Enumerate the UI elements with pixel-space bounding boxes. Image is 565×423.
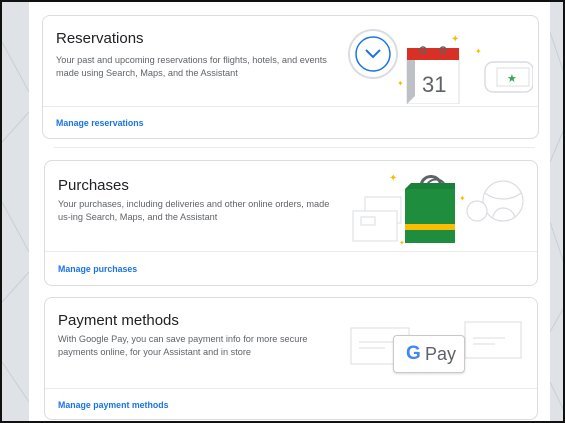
reservations-title: Reservations [56, 30, 144, 47]
purchases-divider [45, 251, 537, 252]
window-frame: Reservations Your past and upcoming rese… [0, 0, 565, 423]
box-icon [352, 196, 402, 242]
ball-icon [466, 180, 524, 222]
google-pay-badge: G Pay [393, 335, 465, 373]
purchases-description: Your purchases, including deliveries and… [58, 199, 330, 222]
calendar-day: 31 [422, 72, 446, 97]
ticket-icon: ★ [484, 61, 533, 93]
reservations-illustration: 31 ★ ✦ ✦ ✦ [348, 29, 533, 104]
svg-text:✦: ✦ [451, 34, 459, 45]
svg-text:✦: ✦ [399, 239, 405, 247]
svg-text:✦: ✦ [389, 173, 397, 184]
manage-purchases-link[interactable]: Manage purchases [58, 264, 137, 274]
google-g-icon: G [406, 343, 421, 364]
main-content: Reservations Your past and upcoming rese… [29, 2, 550, 421]
payment-methods-title: Payment methods [58, 312, 179, 329]
manage-payment-methods-link[interactable]: Manage payment methods [58, 400, 168, 410]
svg-text:✦: ✦ [459, 194, 466, 203]
payment-methods-divider [45, 388, 537, 389]
manage-reservations-link[interactable]: Manage reservations [56, 118, 144, 128]
pay-label: Pay [425, 344, 457, 364]
section-separator [54, 147, 535, 148]
shopping-bag-icon [405, 175, 455, 243]
purchases-card: Purchases Your purchases, including deli… [44, 160, 538, 286]
reservations-card: Reservations Your past and upcoming rese… [42, 15, 539, 139]
purchases-illustration: ✦ ✦ ✦ [352, 173, 524, 247]
payment-methods-card: Payment methods With Google Pay, you can… [44, 297, 538, 420]
purchases-title: Purchases [58, 177, 129, 194]
svg-text:★: ★ [507, 72, 517, 85]
clock-icon [348, 29, 398, 79]
calendar-icon: 31 [406, 46, 460, 104]
reservations-description: Your past and upcoming reservations for … [56, 55, 327, 78]
svg-text:✦: ✦ [397, 79, 404, 88]
reservations-divider [43, 106, 538, 107]
payment-methods-description: With Google Pay, you can save payment in… [58, 334, 308, 357]
svg-text:✦: ✦ [475, 47, 482, 56]
